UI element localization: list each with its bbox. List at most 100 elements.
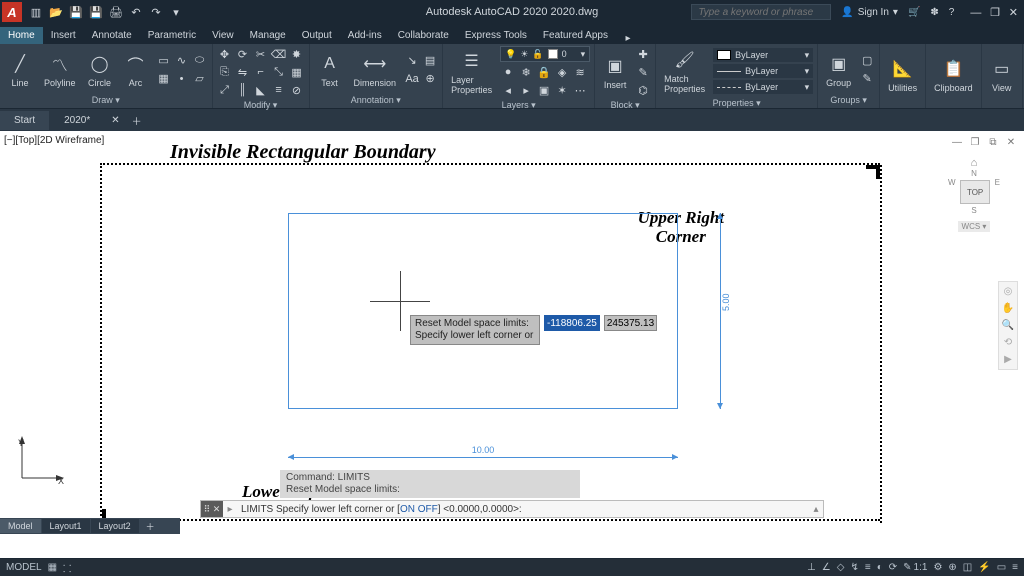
stretch-icon[interactable]: ⤡ (271, 64, 287, 80)
status-model[interactable]: MODEL (6, 562, 42, 573)
scale-icon[interactable]: ⤢ (217, 82, 233, 98)
panel-modify-label[interactable]: Modify ▾ (217, 98, 305, 113)
zoom-icon[interactable]: 🔍 (1002, 320, 1014, 331)
tab-model[interactable]: Model (0, 519, 41, 533)
tab-annotate[interactable]: Annotate (84, 27, 140, 44)
panel-layers-label[interactable]: Layers ▾ (447, 98, 590, 113)
center-icon[interactable]: ⊕ (422, 71, 438, 87)
insert-button[interactable]: ▣Insert (599, 52, 631, 92)
qat-undo-icon[interactable]: ↶ (128, 4, 144, 20)
cycling-toggle-icon[interactable]: ⟳ (889, 562, 897, 573)
tab-collaborate[interactable]: Collaborate (390, 27, 457, 44)
text-button[interactable]: AText (314, 50, 346, 90)
tab-express[interactable]: Express Tools (457, 27, 535, 44)
polyline-button[interactable]: 〽Polyline (40, 50, 80, 90)
cmdline-recent-icon[interactable]: ▴ (809, 504, 823, 515)
file-tab-doc[interactable]: 2020* (50, 111, 104, 130)
region-icon[interactable]: ▱ (192, 71, 208, 87)
tab-layout1[interactable]: Layout1 (42, 519, 90, 533)
exchange-icon[interactable]: ✽ (930, 7, 938, 18)
create-block-icon[interactable]: ✚ (635, 46, 651, 62)
rectangle-icon[interactable]: ▭ (156, 53, 172, 69)
ortho-toggle-icon[interactable]: ⊥ (807, 562, 816, 573)
transparency-toggle-icon[interactable]: ◐ (877, 562, 883, 573)
chamfer-icon[interactable]: ◣ (253, 82, 269, 98)
layer-freeze-icon[interactable]: ❄ (518, 64, 534, 80)
command-line[interactable]: ⠿ ✕ ▸ LIMITS Specify lower left corner o… (200, 500, 824, 518)
line-button[interactable]: ╱Line (4, 50, 36, 90)
qat-plot-icon[interactable]: 🖨 (108, 4, 124, 20)
tab-view[interactable]: View (204, 27, 242, 44)
lineweight-toggle-icon[interactable]: ≡ (865, 562, 871, 573)
move-icon[interactable]: ✥ (217, 46, 233, 62)
spline-icon[interactable]: ∿ (174, 53, 190, 69)
restore-icon[interactable]: ❐ (990, 7, 1000, 19)
dynamic-input-y[interactable]: 245375.13 (604, 315, 657, 331)
group-edit-icon[interactable]: ✎ (859, 71, 875, 87)
orbit-icon[interactable]: ⟲ (1004, 337, 1012, 348)
help-search-input[interactable] (691, 4, 831, 20)
pan-icon[interactable]: ✋ (1002, 303, 1014, 314)
layer-properties-button[interactable]: ☰Layer Properties (447, 47, 496, 97)
tab-manage[interactable]: Manage (242, 27, 294, 44)
app-logo[interactable]: A (2, 2, 22, 22)
qat-new-icon[interactable]: ▥ (28, 4, 44, 20)
vp-maximize-icon[interactable]: ❐ (968, 135, 982, 149)
tab-addins[interactable]: Add-ins (340, 27, 390, 44)
view-button[interactable]: ▭View (986, 55, 1018, 95)
customize-status-icon[interactable]: ≡ (1012, 562, 1018, 573)
table-icon[interactable]: ▤ (422, 53, 438, 69)
qat-saveas-icon[interactable]: 💾 (88, 4, 104, 20)
vp-close-icon[interactable]: ✕ (1004, 135, 1018, 149)
tab-output[interactable]: Output (294, 27, 340, 44)
mtext-icon[interactable]: Aa (404, 71, 420, 87)
isolate-icon[interactable]: ◫ (963, 562, 972, 573)
wcs-dropdown[interactable]: WCS ▾ (958, 221, 991, 232)
qat-save-icon[interactable]: 💾 (68, 4, 84, 20)
file-tab-new-icon[interactable]: ＋ (132, 113, 142, 128)
cmdline-text[interactable]: LIMITS Specify lower left corner or [ON … (237, 504, 809, 515)
layer-prev-icon[interactable]: ◂ (500, 82, 516, 98)
layer-off-icon[interactable]: ● (500, 64, 516, 80)
viewcube[interactable]: ⌂ N WTOPE S WCS ▾ (942, 157, 1006, 232)
cmdline-chevron-icon[interactable]: ▸ (223, 504, 237, 515)
lineweight-dropdown[interactable]: ByLayer▾ (713, 64, 813, 78)
circle-button[interactable]: ◯Circle (84, 50, 116, 90)
array-icon[interactable]: ▦ (289, 64, 305, 80)
vp-minimize-icon[interactable]: — (950, 135, 964, 149)
viewcube-face[interactable]: TOP (960, 180, 990, 204)
tab-parametric[interactable]: Parametric (140, 27, 204, 44)
edit-block-icon[interactable]: ✎ (635, 64, 651, 80)
cleanscreen-icon[interactable]: ▭ (997, 562, 1006, 573)
fillet-icon[interactable]: ⌐ (253, 64, 269, 80)
file-tab-start[interactable]: Start (0, 111, 49, 130)
polar-toggle-icon[interactable]: ∠ (822, 562, 831, 573)
layer-walk-icon[interactable]: ▸ (518, 82, 534, 98)
sign-in-button[interactable]: 👤Sign In▾ (841, 7, 898, 18)
tab-home[interactable]: Home (0, 27, 43, 44)
explode-icon[interactable]: ✸ (289, 46, 305, 62)
qat-open-icon[interactable]: 📂 (48, 4, 64, 20)
utilities-button[interactable]: 📐Utilities (884, 55, 921, 95)
panel-draw-label[interactable]: Draw ▾ (4, 93, 208, 108)
hardware-accel-icon[interactable]: ⚡ (978, 562, 990, 573)
drawing-area[interactable]: [−][Top][2D Wireframe] — ❐ ⧉ ✕ Invisible… (0, 131, 1024, 534)
layer-dropdown[interactable]: 💡☀🔓0▾ (500, 46, 590, 62)
dimension-button[interactable]: ⟷Dimension (350, 50, 401, 90)
otrack-toggle-icon[interactable]: ↯ (850, 562, 858, 573)
help-icon[interactable]: ? (949, 7, 955, 18)
viewport-label[interactable]: [−][Top][2D Wireframe] (4, 135, 104, 146)
break-icon[interactable]: ⊘ (289, 82, 305, 98)
linetype-dropdown[interactable]: ByLayer▾ (713, 80, 813, 94)
grid-toggle-icon[interactable]: ▦ (48, 562, 57, 573)
arc-button[interactable]: ⌒Arc (120, 50, 152, 90)
rotate-icon[interactable]: ⟳ (235, 46, 251, 62)
mirror-icon[interactable]: ⇋ (235, 64, 251, 80)
qat-dropdown-icon[interactable]: ▾ (168, 4, 184, 20)
vp-restore-icon[interactable]: ⧉ (986, 135, 1000, 149)
group-button[interactable]: ▣Group (822, 50, 855, 90)
osnap-toggle-icon[interactable]: ◇ (837, 562, 845, 573)
workspace-icon[interactable]: ⚙ (933, 562, 942, 573)
autodesk-app-icon[interactable]: 🛒 (908, 7, 920, 18)
layer-vpfreeze-icon[interactable]: ✶ (554, 82, 570, 98)
